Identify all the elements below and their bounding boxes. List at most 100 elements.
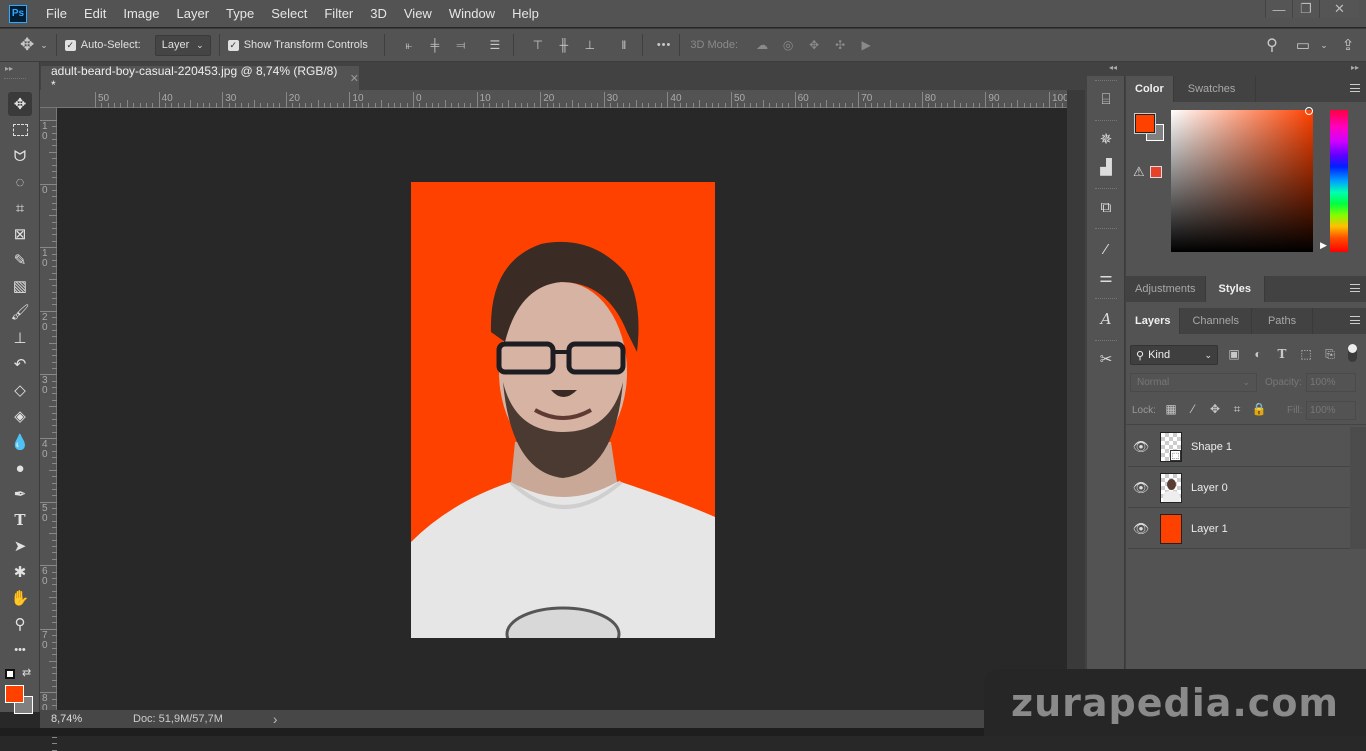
filter-toggle[interactable] bbox=[1348, 344, 1357, 362]
path-selection-tool[interactable]: ➤ bbox=[8, 534, 32, 558]
menu-type[interactable]: Type bbox=[226, 6, 254, 21]
restore-button[interactable]: ❐ bbox=[1292, 0, 1319, 18]
zoom-tool[interactable]: ⚲ bbox=[8, 612, 32, 636]
eraser-tool[interactable]: ◇ bbox=[8, 378, 32, 402]
history-panel-icon[interactable]: ⌸ bbox=[1093, 86, 1119, 112]
menu-filter[interactable]: Filter bbox=[324, 6, 353, 21]
menu-window[interactable]: Window bbox=[449, 6, 495, 21]
blur-tool[interactable]: 💧 bbox=[8, 430, 32, 454]
collapse-toolbar-icon[interactable]: ▸▸ bbox=[5, 64, 13, 73]
layer-filter-dropdown[interactable]: ⚲ Kind ⌄ bbox=[1130, 345, 1218, 365]
layer-row-layer-1[interactable]: 👁 Layer 1 bbox=[1128, 509, 1350, 549]
document-tab[interactable]: adult-beard-boy-casual-220453.jpg @ 8,74… bbox=[41, 64, 359, 92]
visibility-eye-icon[interactable]: 👁 bbox=[1128, 480, 1154, 496]
align-bottom-edges-icon[interactable]: ⊥ bbox=[580, 38, 600, 52]
crop-tool[interactable]: ⌗ bbox=[8, 196, 32, 220]
panel-menu-icon[interactable] bbox=[1350, 284, 1360, 292]
tool-presets-icon[interactable]: ✂ bbox=[1093, 346, 1119, 372]
menu-image[interactable]: Image bbox=[123, 6, 159, 21]
hue-slider[interactable] bbox=[1330, 110, 1348, 252]
gamut-color-swatch[interactable] bbox=[1150, 166, 1162, 178]
close-window-button[interactable]: ✕ bbox=[1319, 0, 1359, 18]
expand-dock-icon[interactable]: ▸▸ bbox=[1351, 63, 1359, 72]
distribute-icon[interactable]: ☰ bbox=[485, 38, 505, 52]
eyedropper-tool[interactable]: ✎ bbox=[8, 248, 32, 272]
align-right-edges-icon[interactable]: ⫤ bbox=[451, 38, 471, 53]
menu-file[interactable]: File bbox=[46, 6, 67, 21]
share-icon[interactable]: ⇪ bbox=[1338, 36, 1358, 54]
edit-toolbar-button[interactable]: ••• bbox=[8, 638, 32, 662]
filter-type-layers-icon[interactable]: T bbox=[1274, 346, 1290, 362]
show-transform-controls-checkbox[interactable]: ✓ Show Transform Controls bbox=[227, 39, 368, 51]
panel-menu-icon[interactable] bbox=[1350, 84, 1360, 92]
menu-edit[interactable]: Edit bbox=[84, 6, 106, 21]
filter-smart-objects-icon[interactable]: ⎘ bbox=[1322, 346, 1338, 362]
tab-styles[interactable]: Styles bbox=[1205, 276, 1265, 302]
roll-3d-icon[interactable]: ◎ bbox=[778, 38, 798, 52]
workspace-icon[interactable]: ▭ bbox=[1293, 36, 1313, 54]
tab-channels[interactable]: Channels bbox=[1180, 308, 1252, 334]
filter-pixel-layers-icon[interactable]: ▣ bbox=[1226, 346, 1242, 362]
zoom-level[interactable]: 8,74% bbox=[51, 713, 133, 725]
search-icon[interactable]: ⚲ bbox=[1262, 35, 1282, 55]
lock-image-pixels-icon[interactable]: ⁄ bbox=[1186, 402, 1200, 416]
pan-3d-icon[interactable]: ✥ bbox=[804, 38, 824, 52]
navigator-panel-icon[interactable]: ✵ bbox=[1093, 126, 1119, 152]
menu-select[interactable]: Select bbox=[271, 6, 307, 21]
layer-row-shape-1[interactable]: 👁 ⬚ Shape 1 bbox=[1128, 427, 1350, 467]
lock-all-icon[interactable]: 🔒 bbox=[1252, 402, 1267, 416]
pen-tool[interactable]: ✒ bbox=[8, 482, 32, 506]
tab-paths[interactable]: Paths bbox=[1252, 308, 1314, 334]
properties-panel-icon[interactable]: ⚌ bbox=[1093, 264, 1119, 290]
more-options-button[interactable]: ••• bbox=[657, 39, 672, 51]
chevron-down-icon[interactable]: ⌄ bbox=[1318, 40, 1330, 51]
lock-transparent-pixels-icon[interactable]: ▦ bbox=[1164, 402, 1178, 416]
rectangular-marquee-tool[interactable] bbox=[8, 118, 32, 142]
align-vertical-centers-icon[interactable]: ╫ bbox=[554, 38, 574, 52]
frame-tool[interactable]: ⊠ bbox=[8, 222, 32, 246]
foreground-color-swatch[interactable] bbox=[5, 685, 24, 703]
tab-layers[interactable]: Layers bbox=[1126, 308, 1181, 334]
filter-adjustment-layers-icon[interactable]: ◐ bbox=[1250, 346, 1266, 362]
tab-adjustments[interactable]: Adjustments bbox=[1126, 276, 1206, 302]
hue-slider-handle[interactable]: ▶ bbox=[1320, 240, 1327, 251]
menu-view[interactable]: View bbox=[404, 6, 432, 21]
auto-select-target-dropdown[interactable]: Layer ⌄ bbox=[154, 34, 211, 56]
custom-shape-tool[interactable]: ✱ bbox=[8, 560, 32, 584]
histogram-panel-icon[interactable]: ▟ bbox=[1093, 154, 1119, 180]
fill-input[interactable]: 100% bbox=[1306, 401, 1356, 420]
menu-layer[interactable]: Layer bbox=[177, 6, 210, 21]
align-top-edges-icon[interactable]: ⊤ bbox=[528, 38, 548, 52]
scale-3d-icon[interactable]: ▶ bbox=[856, 38, 876, 52]
move-tool[interactable]: ✥ bbox=[8, 92, 32, 116]
healing-brush-tool[interactable]: ▧ bbox=[8, 274, 32, 298]
vertical-scrollbar[interactable] bbox=[1067, 90, 1085, 710]
paint-bucket-tool[interactable]: ◈ bbox=[8, 404, 32, 428]
clone-stamp-tool[interactable]: ⊥ bbox=[8, 326, 32, 350]
swap-colors-icon[interactable]: ⇄ bbox=[22, 666, 31, 679]
filter-shape-layers-icon[interactable]: ⬚ bbox=[1298, 346, 1314, 362]
document-image[interactable] bbox=[411, 182, 715, 638]
dodge-tool[interactable]: ● bbox=[8, 456, 32, 480]
brush-tool[interactable]: 🖌 bbox=[8, 300, 32, 324]
slide-3d-icon[interactable]: ✣ bbox=[830, 38, 850, 52]
collapse-dock-icon[interactable]: ◂◂ bbox=[1109, 63, 1117, 72]
type-tool[interactable]: T bbox=[8, 508, 32, 532]
move-tool-preset-icon[interactable]: ✥ bbox=[20, 35, 34, 55]
menu-help[interactable]: Help bbox=[512, 6, 539, 21]
auto-select-checkbox[interactable]: ✓ Auto-Select: bbox=[64, 39, 141, 51]
align-horizontal-centers-icon[interactable]: ╪ bbox=[425, 38, 445, 52]
lock-position-icon[interactable]: ✥ bbox=[1208, 402, 1222, 416]
tab-color[interactable]: Color bbox=[1126, 76, 1174, 102]
lock-artboard-icon[interactable]: ⌗ bbox=[1230, 402, 1244, 416]
minimize-button[interactable]: — bbox=[1265, 0, 1292, 18]
layer-row-layer-0[interactable]: 👁 Layer 0 bbox=[1128, 468, 1350, 508]
panel-menu-icon[interactable] bbox=[1350, 316, 1360, 324]
align-left-edges-icon[interactable]: ⫦ bbox=[399, 38, 419, 53]
menu-3d[interactable]: 3D bbox=[370, 6, 387, 21]
opacity-input[interactable]: 100% bbox=[1306, 373, 1356, 392]
chevron-down-icon[interactable]: ⌄ bbox=[40, 40, 48, 51]
blend-mode-dropdown[interactable]: Normal ⌄ bbox=[1130, 373, 1257, 392]
lasso-tool[interactable]: ᗢ bbox=[8, 144, 32, 168]
default-colors-icon[interactable] bbox=[5, 669, 15, 679]
